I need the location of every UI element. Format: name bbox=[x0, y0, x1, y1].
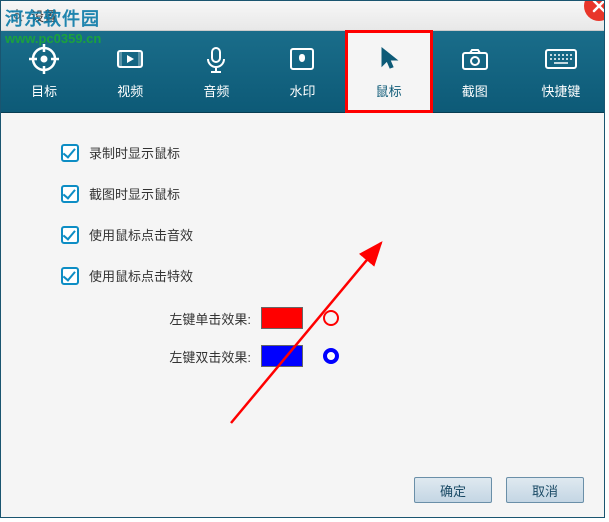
audio-icon bbox=[201, 43, 231, 75]
settings-window: 设置 河东软件园 www.pc0359.cn 目标 视频 音频 水印 鼠标 截图 bbox=[0, 0, 605, 518]
ok-button[interactable]: 确定 bbox=[414, 477, 492, 503]
double-click-effect-row: 左键双击效果: bbox=[151, 345, 544, 367]
single-click-preview-icon bbox=[323, 310, 339, 326]
video-icon bbox=[115, 43, 145, 75]
cancel-button[interactable]: 取消 bbox=[506, 477, 584, 503]
tab-watermark[interactable]: 水印 bbox=[259, 31, 345, 112]
tab-mouse[interactable]: 鼠标 bbox=[346, 31, 432, 112]
checkbox-icon bbox=[61, 144, 79, 162]
window-title: 设置 bbox=[31, 6, 57, 25]
gear-icon bbox=[9, 8, 25, 24]
tab-audio[interactable]: 音频 bbox=[173, 31, 259, 112]
tab-video[interactable]: 视频 bbox=[87, 31, 173, 112]
double-click-color-swatch[interactable] bbox=[261, 345, 303, 367]
footer-buttons: 确定 取消 bbox=[414, 477, 584, 503]
content-panel: 录制时显示鼠标 截图时显示鼠标 使用鼠标点击音效 使用鼠标点击特效 左键单击效果… bbox=[1, 113, 604, 453]
double-click-preview-icon bbox=[323, 348, 339, 364]
checkbox-show-cursor-record[interactable]: 录制时显示鼠标 bbox=[61, 143, 544, 162]
screenshot-icon bbox=[460, 43, 490, 75]
single-click-color-swatch[interactable] bbox=[261, 307, 303, 329]
single-click-effect-row: 左键单击效果: bbox=[151, 307, 544, 329]
titlebar: 设置 bbox=[1, 1, 604, 31]
checkbox-icon bbox=[61, 226, 79, 244]
target-icon bbox=[29, 43, 59, 75]
checkbox-click-effect[interactable]: 使用鼠标点击特效 bbox=[61, 266, 544, 285]
tab-target[interactable]: 目标 bbox=[1, 31, 87, 112]
mouse-icon bbox=[374, 43, 404, 75]
checkbox-show-cursor-shot[interactable]: 截图时显示鼠标 bbox=[61, 184, 544, 203]
checkbox-click-sound[interactable]: 使用鼠标点击音效 bbox=[61, 225, 544, 244]
watermark-icon bbox=[287, 43, 317, 75]
tab-bar: 目标 视频 音频 水印 鼠标 截图 快捷键 bbox=[1, 31, 604, 113]
tab-hotkey[interactable]: 快捷键 bbox=[518, 31, 604, 112]
checkbox-icon bbox=[61, 267, 79, 285]
tab-screenshot[interactable]: 截图 bbox=[432, 31, 518, 112]
keyboard-icon bbox=[545, 43, 577, 75]
checkbox-icon bbox=[61, 185, 79, 203]
